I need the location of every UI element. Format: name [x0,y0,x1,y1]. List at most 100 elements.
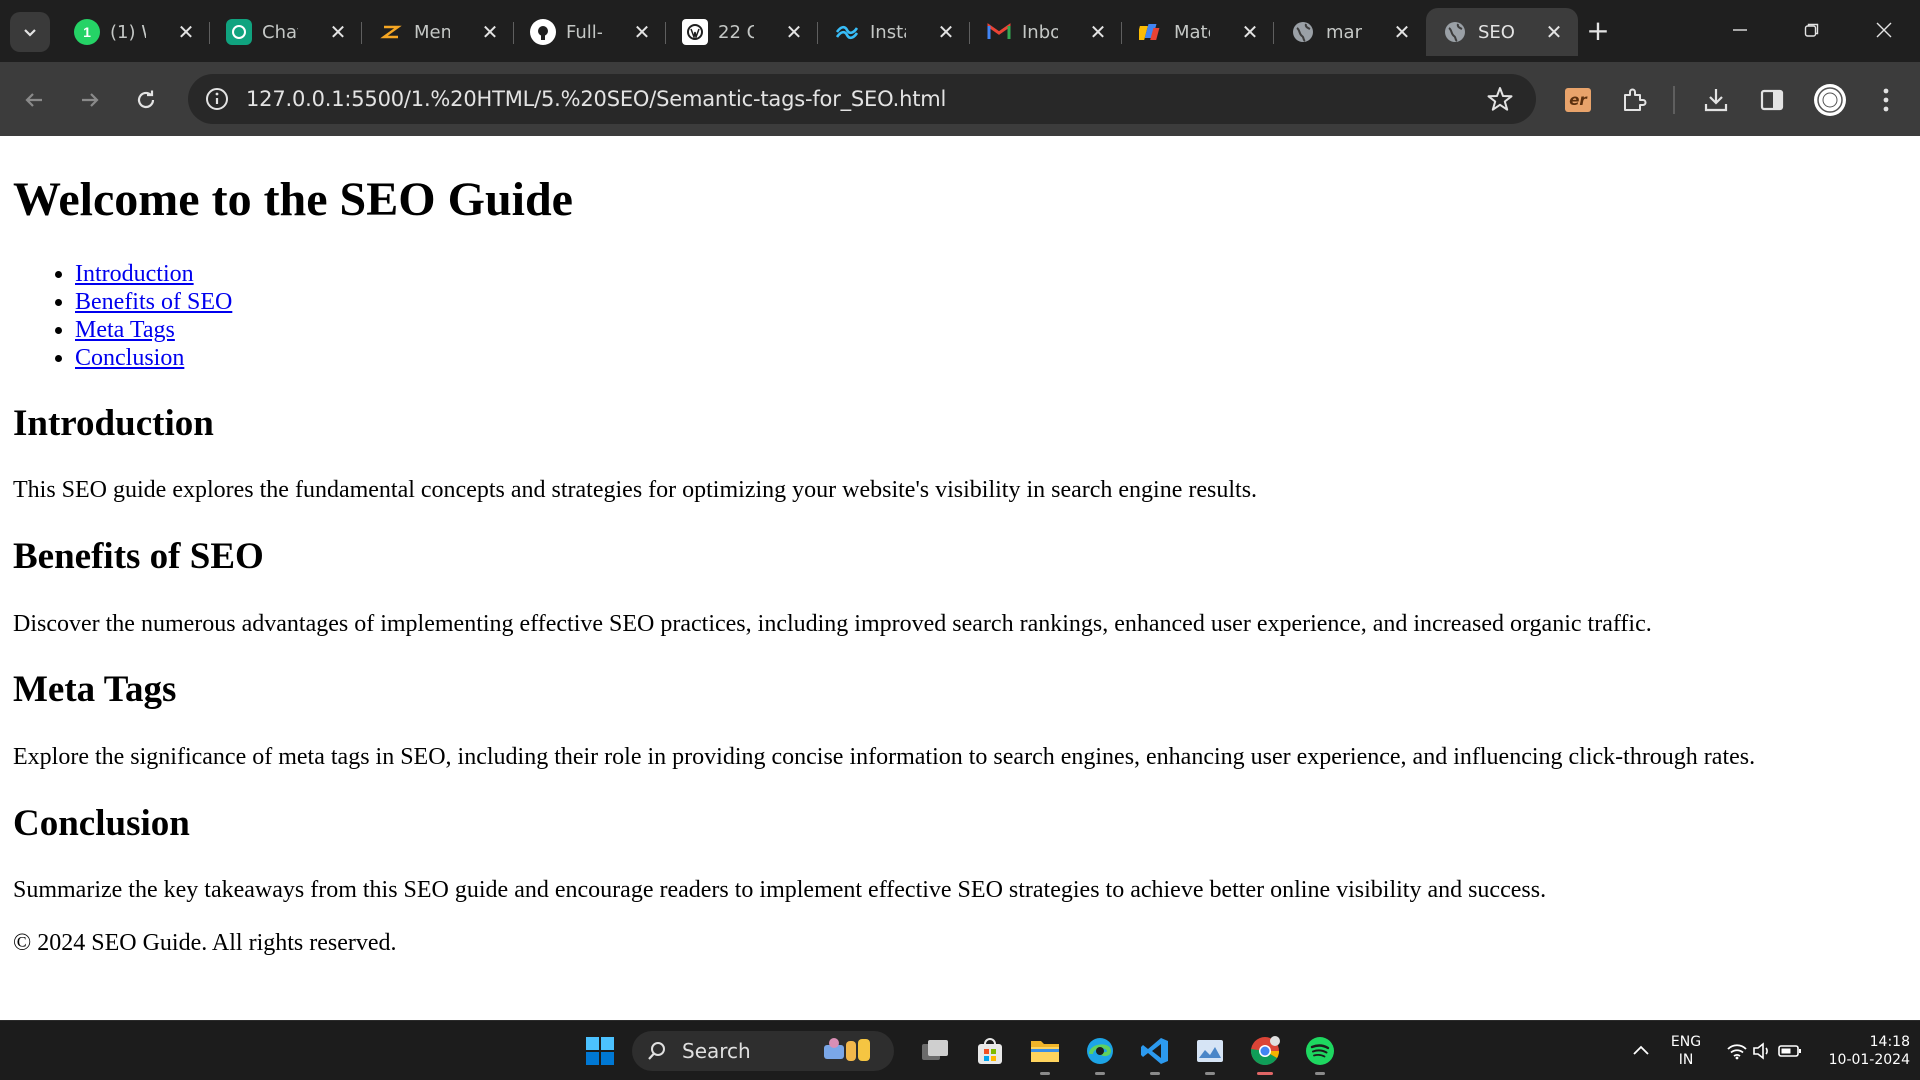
nav-link-benefits[interactable]: Benefits of SEO [75,289,232,315]
chatgpt-icon [226,19,252,45]
tab-title: mark [1326,21,1362,43]
wifi-icon [1727,1044,1747,1060]
close-icon[interactable]: ✕ [1390,20,1414,44]
tab-whatsapp[interactable]: 1 (1) W ✕ [58,8,210,56]
reload-button[interactable] [126,80,166,120]
tab-wordpress[interactable]: 22 O ✕ [666,8,818,56]
spotify-app[interactable] [1300,1031,1340,1075]
running-indicator [1040,1072,1050,1075]
extensions-button[interactable] [1614,80,1654,120]
search-highlight-icon [824,1038,870,1061]
language-label: ENG [1670,1034,1702,1050]
tab-title: SEO- [1478,21,1514,43]
tab-title: Inbo [1022,21,1058,43]
restore-icon [1804,23,1819,37]
back-button[interactable] [14,80,54,120]
avatar-icon [1814,84,1846,116]
bookmark-star-icon[interactable] [1486,85,1514,118]
search-icon [648,1042,665,1060]
tab-title: (1) W [110,21,146,43]
close-icon[interactable]: ✕ [326,20,350,44]
nav-link-conclusion[interactable]: Conclusion [75,345,184,371]
clock[interactable]: 14:18 10-01-2024 [1812,1021,1910,1080]
tab-material[interactable]: Mate ✕ [1122,8,1274,56]
chrome-app[interactable] [1245,1031,1285,1075]
close-icon[interactable]: ✕ [174,20,198,44]
tab-title: Chat [262,21,298,43]
quick-settings-button[interactable] [1718,1021,1808,1080]
site-info-icon[interactable] [204,86,230,117]
tab-memory[interactable]: Mem ✕ [362,8,514,56]
section-heading-meta-tags: Meta Tags [13,669,177,710]
list-item: Benefits of SEO [75,288,232,316]
forward-button[interactable] [70,80,110,120]
wordpress-icon [682,19,708,45]
taskbar-search-box[interactable]: Search [632,1031,894,1071]
minimize-icon [1733,29,1747,31]
close-icon[interactable]: ✕ [934,20,958,44]
browser-menu-button[interactable] [1866,80,1906,120]
vscode-icon [1141,1038,1168,1064]
file-explorer-app[interactable] [1025,1031,1065,1075]
tab-tailwind[interactable]: Insta ✕ [818,8,970,56]
tab-title: Mem [414,21,450,43]
running-indicator [1205,1072,1215,1075]
downloads-button[interactable] [1696,80,1736,120]
toolbar-divider [1673,86,1675,114]
clock-date: 10-01-2024 [1828,1052,1910,1068]
section-text-meta-tags: Explore the significance of meta tags in… [13,744,1756,770]
close-icon[interactable]: ✕ [1542,20,1566,44]
list-item: Introduction [75,260,232,288]
store-icon [978,1038,1002,1064]
show-hidden-icons-button[interactable] [1632,1021,1656,1080]
windows-logo-icon [586,1037,614,1065]
running-indicator [1150,1072,1160,1075]
chrome-icon [1251,1036,1280,1065]
gmail-icon [986,19,1012,45]
browser-tab-strip: 1 (1) W ✕ Chat ✕ Mem ✕ Full- ✕ [0,0,1920,62]
extension-er-icon: er [1565,88,1591,112]
close-window-button[interactable] [1856,10,1912,50]
section-heading-conclusion: Conclusion [13,803,190,844]
vscode-app[interactable] [1135,1031,1175,1075]
close-icon[interactable]: ✕ [630,20,654,44]
photos-app[interactable] [1190,1031,1230,1075]
close-icon[interactable]: ✕ [1238,20,1262,44]
language-indicator[interactable]: ENG IN [1664,1021,1708,1080]
tab-search-button[interactable] [10,12,50,52]
side-panel-button[interactable] [1752,80,1792,120]
section-heading-introduction: Introduction [13,403,214,444]
tab-seo-active[interactable]: SEO- ✕ [1426,8,1578,56]
tab-gmail[interactable]: Inbo ✕ [970,8,1122,56]
tab-github[interactable]: Full- ✕ [514,8,666,56]
search-label: Search [682,1039,751,1063]
edge-browser-app[interactable] [1080,1031,1120,1075]
photos-icon [1197,1040,1223,1062]
new-tab-button[interactable]: + [1580,14,1616,50]
nav-link-meta-tags[interactable]: Meta Tags [75,317,175,343]
start-button[interactable] [580,1031,620,1071]
section-text-conclusion: Summarize the key takeaways from this SE… [13,877,1547,903]
kebab-menu-icon [1883,88,1889,112]
whatsapp-icon: 1 [74,19,100,45]
reload-icon [137,90,155,109]
url-text[interactable]: 127.0.0.1:5500/1.%20HTML/5.%20SEO/Semant… [246,87,946,111]
close-icon[interactable]: ✕ [1086,20,1110,44]
tab-title: Mate [1174,21,1210,43]
close-icon[interactable]: ✕ [478,20,502,44]
close-icon[interactable]: ✕ [782,20,806,44]
address-bar[interactable]: 127.0.0.1:5500/1.%20HTML/5.%20SEO/Semant… [188,74,1536,124]
tab-markdown[interactable]: mark ✕ [1274,8,1426,56]
tab-chatgpt[interactable]: Chat ✕ [210,8,362,56]
globe-icon [1442,19,1468,45]
section-heading-benefits: Benefits of SEO [13,536,264,577]
microsoft-store-app[interactable] [970,1031,1010,1071]
restore-button[interactable] [1784,10,1840,50]
extension-er-button[interactable]: er [1558,80,1598,120]
volume-icon [1753,1042,1768,1060]
page-title: Welcome to the SEO Guide [13,173,573,226]
task-view-button[interactable] [915,1031,955,1071]
profile-avatar-button[interactable] [1810,80,1850,120]
minimize-button[interactable] [1712,10,1768,50]
nav-link-introduction[interactable]: Introduction [75,261,194,287]
